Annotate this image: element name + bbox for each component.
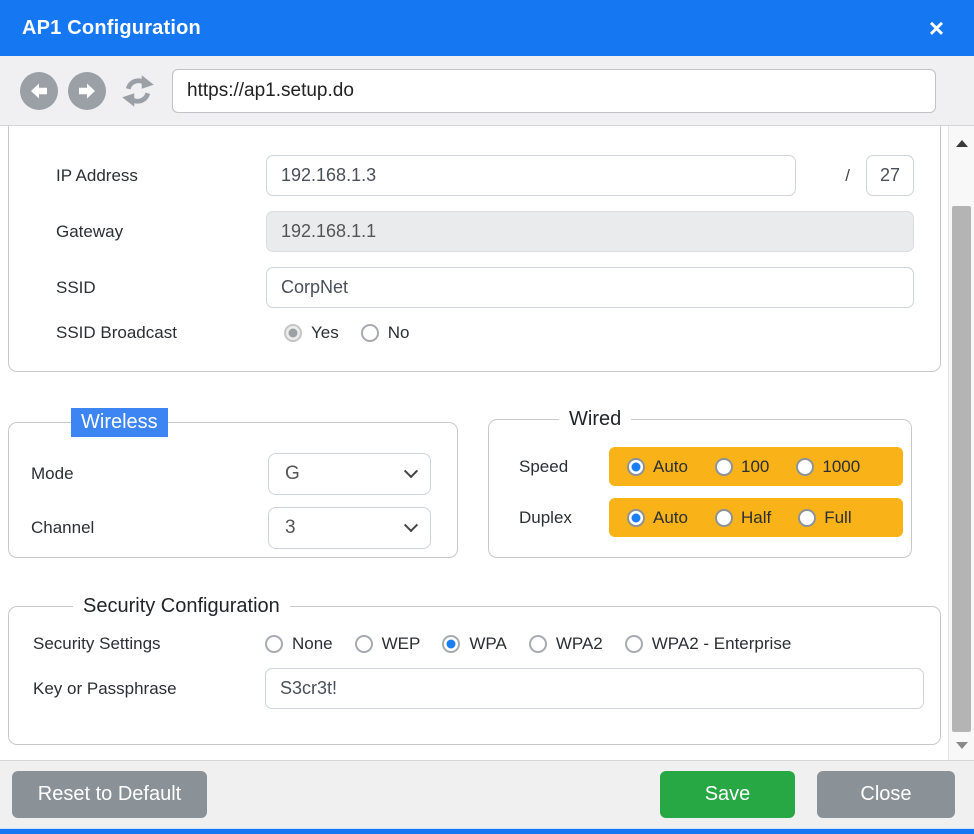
reset-to-default-button[interactable]: Reset to Default xyxy=(12,771,207,818)
passphrase-row: Key or Passphrase xyxy=(33,668,924,709)
close-icon[interactable]: × xyxy=(929,15,944,41)
security-radio-group: None WEP WPA WPA2 xyxy=(265,634,791,654)
cidr-separator: / xyxy=(845,166,850,186)
gateway-input xyxy=(266,211,914,252)
ssid-broadcast-label: SSID Broadcast xyxy=(56,323,266,343)
window-bottom-edge xyxy=(0,828,974,834)
security-wpa2-radio[interactable]: WPA2 xyxy=(529,634,603,654)
triangle-down-icon xyxy=(956,742,968,749)
security-settings-label: Security Settings xyxy=(33,634,265,654)
close-button[interactable]: Close xyxy=(817,771,955,818)
ssid-broadcast-yes-radio[interactable]: Yes xyxy=(284,323,339,343)
ip-address-input[interactable] xyxy=(266,155,796,196)
radio-icon xyxy=(625,635,643,653)
security-fieldset: Security Configuration Security Settings… xyxy=(8,595,941,745)
channel-row: Channel 3 xyxy=(31,507,439,549)
security-wep-radio[interactable]: WEP xyxy=(355,634,421,654)
duplex-label: Duplex xyxy=(519,508,609,528)
duplex-half-radio[interactable]: Half xyxy=(715,508,771,528)
security-legend: Security Configuration xyxy=(73,595,290,618)
radio-icon xyxy=(265,635,283,653)
ssid-input[interactable] xyxy=(266,267,914,308)
browser-toolbar xyxy=(0,56,974,126)
radio-icon xyxy=(627,458,645,476)
passphrase-input[interactable] xyxy=(265,668,924,709)
chevron-down-icon xyxy=(404,464,418,478)
radio-icon xyxy=(355,635,373,653)
speed-100-radio[interactable]: 100 xyxy=(715,457,769,477)
radio-icon xyxy=(529,635,547,653)
mode-select[interactable]: G xyxy=(268,453,431,495)
ssid-row: SSID xyxy=(56,267,914,308)
speed-1000-radio[interactable]: 1000 xyxy=(796,457,860,477)
window-title: AP1 Configuration xyxy=(22,17,201,40)
duplex-auto-radio[interactable]: Auto xyxy=(627,508,688,528)
radio-icon xyxy=(361,324,379,342)
radio-icon xyxy=(715,458,733,476)
mode-row: Mode G xyxy=(31,453,439,495)
radio-icon xyxy=(442,635,460,653)
ip-address-row: IP Address / xyxy=(56,155,914,196)
ssid-label: SSID xyxy=(56,278,266,298)
speed-label: Speed xyxy=(519,457,609,477)
triangle-up-icon xyxy=(956,140,968,147)
title-bar: AP1 Configuration × xyxy=(0,0,974,56)
scrollbar[interactable] xyxy=(948,126,974,760)
gateway-row: Gateway xyxy=(56,211,914,252)
duplex-row: Duplex Auto Half Full xyxy=(519,498,903,537)
channel-select[interactable]: 3 xyxy=(268,507,431,549)
refresh-icon xyxy=(120,73,156,109)
security-settings-row: Security Settings None WEP WPA xyxy=(33,634,924,654)
radio-icon xyxy=(796,458,814,476)
save-button[interactable]: Save xyxy=(660,771,795,818)
radio-icon xyxy=(715,509,733,527)
settings-content: IP Address / Gateway SSID xyxy=(0,126,974,760)
scroll-down-button[interactable] xyxy=(949,736,974,754)
network-settings-card: IP Address / Gateway SSID xyxy=(8,126,941,372)
passphrase-label: Key or Passphrase xyxy=(33,679,265,699)
back-button[interactable] xyxy=(20,72,58,110)
wireless-wired-section: Wireless Mode G Channel 3 W xyxy=(8,408,941,558)
radio-icon xyxy=(627,509,645,527)
scroll-thumb[interactable] xyxy=(952,206,971,732)
security-none-radio[interactable]: None xyxy=(265,634,333,654)
wireless-legend: Wireless xyxy=(71,408,168,437)
duplex-full-radio[interactable]: Full xyxy=(798,508,851,528)
wired-fieldset: Wired Speed Auto 100 xyxy=(488,408,912,558)
url-input[interactable] xyxy=(172,69,936,113)
ap1-configuration-window: AP1 Configuration × xyxy=(0,0,974,834)
speed-radio-group: Auto 100 1000 xyxy=(609,447,903,486)
radio-icon xyxy=(284,324,302,342)
footer-bar: Reset to Default Save Close xyxy=(0,760,974,828)
speed-row: Speed Auto 100 1000 xyxy=(519,447,903,486)
scroll-up-button[interactable] xyxy=(949,134,974,152)
speed-auto-radio[interactable]: Auto xyxy=(627,457,688,477)
wireless-fieldset: Wireless Mode G Channel 3 xyxy=(8,408,458,558)
prefix-bits-input[interactable] xyxy=(866,155,914,196)
forward-button[interactable] xyxy=(68,72,106,110)
ip-address-label: IP Address xyxy=(56,166,266,186)
channel-label: Channel xyxy=(31,518,268,538)
mode-label: Mode xyxy=(31,464,268,484)
ssid-broadcast-row: SSID Broadcast Yes No xyxy=(56,323,914,343)
forward-arrow-icon xyxy=(75,79,99,103)
back-arrow-icon xyxy=(27,79,51,103)
channel-value: 3 xyxy=(285,517,296,539)
radio-icon xyxy=(798,509,816,527)
mode-value: G xyxy=(285,463,300,485)
refresh-button[interactable] xyxy=(118,71,158,111)
duplex-radio-group: Auto Half Full xyxy=(609,498,903,537)
gateway-label: Gateway xyxy=(56,222,266,242)
security-wpa-radio[interactable]: WPA xyxy=(442,634,506,654)
ssid-broadcast-no-radio[interactable]: No xyxy=(361,323,410,343)
wired-legend: Wired xyxy=(559,408,631,431)
security-wpa2-enterprise-radio[interactable]: WPA2 - Enterprise xyxy=(625,634,792,654)
chevron-down-icon xyxy=(404,518,418,532)
